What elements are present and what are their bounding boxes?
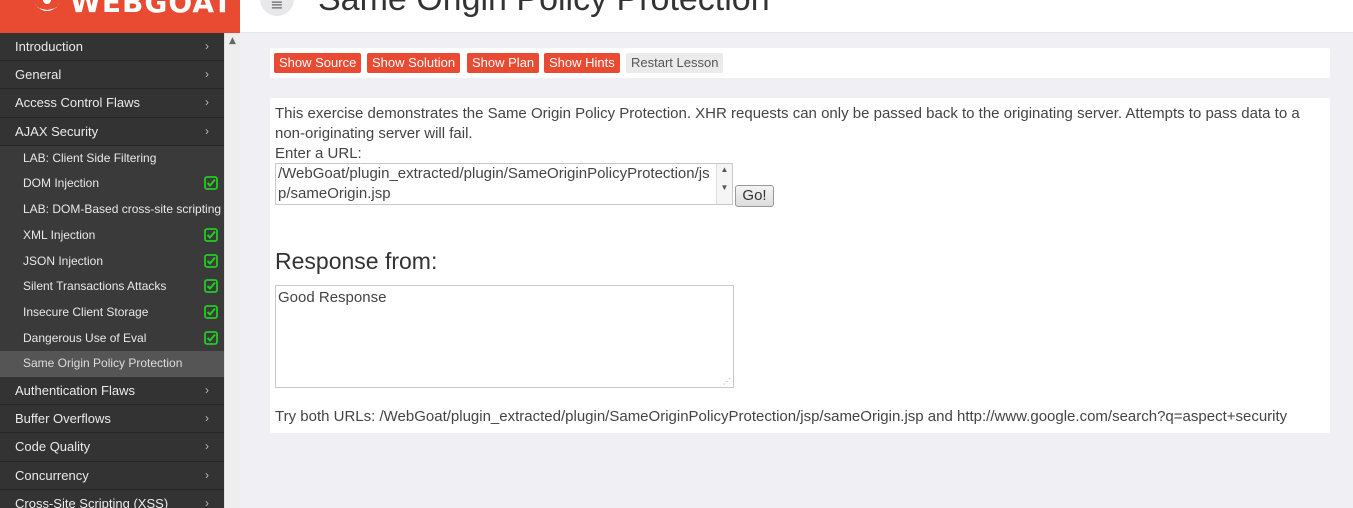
completed-check-icon	[204, 330, 218, 345]
sidebar-scrollbar[interactable]: ▲	[224, 33, 240, 508]
completed-check-icon	[204, 279, 218, 294]
url-input-scrollbar[interactable]: ▲ ▼	[716, 164, 732, 204]
sidebar-item-label: Concurrency	[15, 467, 89, 483]
lesson-content: This exercise demonstrates the Same Orig…	[270, 98, 1330, 433]
top-bar: ≡ Same Origin Policy Protection	[240, 0, 1353, 33]
goat-logo-icon	[34, 0, 60, 11]
sidebar-subitem-label: LAB: DOM-Based cross-site scripting	[23, 202, 222, 217]
chevron-right-icon: ›	[205, 95, 209, 110]
completed-check-icon	[204, 227, 218, 242]
response-textarea[interactable]: Good Response ⋰	[275, 285, 734, 388]
hint-text: Try both URLs: /WebGoat/plugin_extracted…	[275, 408, 1288, 425]
sidebar-subitem-dom-injection[interactable]: DOM Injection	[0, 171, 224, 198]
url-input-value: /WebGoat/plugin_extracted/plugin/SameOri…	[278, 165, 710, 202]
logo[interactable]: WEBGOAT	[0, 0, 240, 33]
sidebar-item-code-quality[interactable]: Code Quality ›	[0, 433, 224, 462]
lesson-toolbar: Show Source Show Solution Show Plan Show…	[270, 48, 1330, 78]
chevron-right-icon: ›	[205, 495, 209, 508]
sidebar-item-label: Code Quality	[15, 439, 91, 455]
sidebar-item-label: Access Control Flaws	[15, 95, 140, 111]
sidebar-subitem-silent-transactions[interactable]: Silent Transactions Attacks	[0, 274, 224, 300]
completed-check-icon	[204, 253, 218, 268]
page-title: Same Origin Policy Protection	[318, 0, 770, 19]
resize-grip-icon[interactable]: ⋰	[723, 377, 731, 386]
sidebar-subitem-lab-client-side-filtering[interactable]: LAB: Client Side Filtering	[0, 145, 224, 172]
sidebar-subitem-dangerous-use-of-eval[interactable]: Dangerous Use of Eval	[0, 325, 224, 352]
show-source-button[interactable]: Show Source	[274, 53, 362, 73]
sidebar-subitem-label: XML Injection	[23, 227, 96, 242]
sidebar-subitem-label: JSON Injection	[23, 253, 104, 268]
completed-check-icon	[204, 176, 218, 191]
url-label: Enter a URL:	[275, 145, 362, 162]
sidebar-subitem-label: LAB: Client Side Filtering	[23, 150, 157, 165]
completed-check-icon	[204, 304, 218, 319]
scroll-down-arrow-icon[interactable]: ▼	[717, 182, 732, 194]
sidebar-subitem-same-origin-policy[interactable]: Same Origin Policy Protection	[0, 351, 224, 377]
sidebar-item-label: Cross-Site Scripting (XSS)	[15, 495, 169, 508]
sidebar-item-label: Introduction	[15, 39, 83, 54]
sidebar-subitem-label: DOM Injection	[23, 176, 100, 191]
response-heading: Response from:	[275, 248, 438, 274]
sidebar-subitem-insecure-client-storage[interactable]: Insecure Client Storage	[0, 299, 224, 326]
sidebar-item-label: Buffer Overflows	[15, 411, 111, 427]
scroll-up-arrow-icon[interactable]: ▲	[229, 36, 236, 46]
show-solution-button[interactable]: Show Solution	[367, 53, 461, 73]
sidebar-subitem-xml-injection[interactable]: XML Injection	[0, 222, 224, 249]
restart-lesson-button[interactable]: Restart Lesson	[626, 53, 724, 73]
sidebar-item-general[interactable]: General ›	[0, 61, 224, 90]
sidebar-item-label: AJAX Security	[15, 123, 99, 139]
chevron-right-icon: ›	[205, 467, 209, 482]
chevron-right-icon: ›	[205, 39, 209, 53]
sidebar-item-concurrency[interactable]: Concurrency ›	[0, 462, 224, 490]
sidebar-item-authentication-flaws[interactable]: Authentication Flaws ›	[0, 377, 224, 406]
sidebar-item-label: General	[15, 67, 62, 83]
scroll-up-arrow-icon[interactable]: ▲	[717, 164, 732, 176]
sidebar: Introduction › General › Access Control Fl…	[0, 33, 224, 508]
lesson-description: This exercise demonstrates the Same Orig…	[275, 105, 1300, 142]
logo-text: WEBGOAT	[70, 0, 233, 19]
sidebar-item-access-control-flaws[interactable]: Access Control Flaws ›	[0, 89, 224, 118]
menu-toggle-button[interactable]: ≡	[260, 0, 294, 16]
sidebar-subitem-label: Insecure Client Storage	[23, 304, 149, 319]
chevron-right-icon: ›	[205, 382, 209, 397]
sidebar-subitem-label: Same Origin Policy Protection	[23, 356, 183, 371]
chevron-right-icon: ›	[205, 123, 209, 138]
chevron-right-icon: ›	[205, 67, 209, 82]
sidebar-subitem-json-injection[interactable]: JSON Injection	[0, 248, 224, 275]
sidebar-subitem-lab-dom-based-xss[interactable]: LAB: DOM-Based cross-site scripting	[0, 197, 224, 223]
url-input[interactable]: /WebGoat/plugin_extracted/plugin/SameOri…	[275, 163, 733, 205]
sidebar-item-introduction[interactable]: Introduction ›	[0, 33, 224, 62]
chevron-right-icon: ›	[205, 439, 209, 454]
sidebar-item-label: Authentication Flaws	[15, 382, 135, 398]
sidebar-item-ajax-security[interactable]: AJAX Security ›	[0, 118, 224, 146]
show-plan-button[interactable]: Show Plan	[467, 53, 540, 73]
response-value: Good Response	[278, 289, 387, 306]
sidebar-subitem-label: Silent Transactions Attacks	[23, 279, 167, 294]
go-button[interactable]: Go!	[735, 185, 774, 207]
sidebar-item-buffer-overflows[interactable]: Buffer Overflows ›	[0, 405, 224, 434]
chevron-right-icon: ›	[205, 411, 209, 426]
show-hints-button[interactable]: Show Hints	[544, 53, 620, 73]
sidebar-item-xss[interactable]: Cross-Site Scripting (XSS) ›	[0, 490, 224, 508]
main-content: Show Source Show Solution Show Plan Show…	[240, 33, 1353, 508]
sidebar-subitem-label: Dangerous Use of Eval	[23, 330, 147, 345]
